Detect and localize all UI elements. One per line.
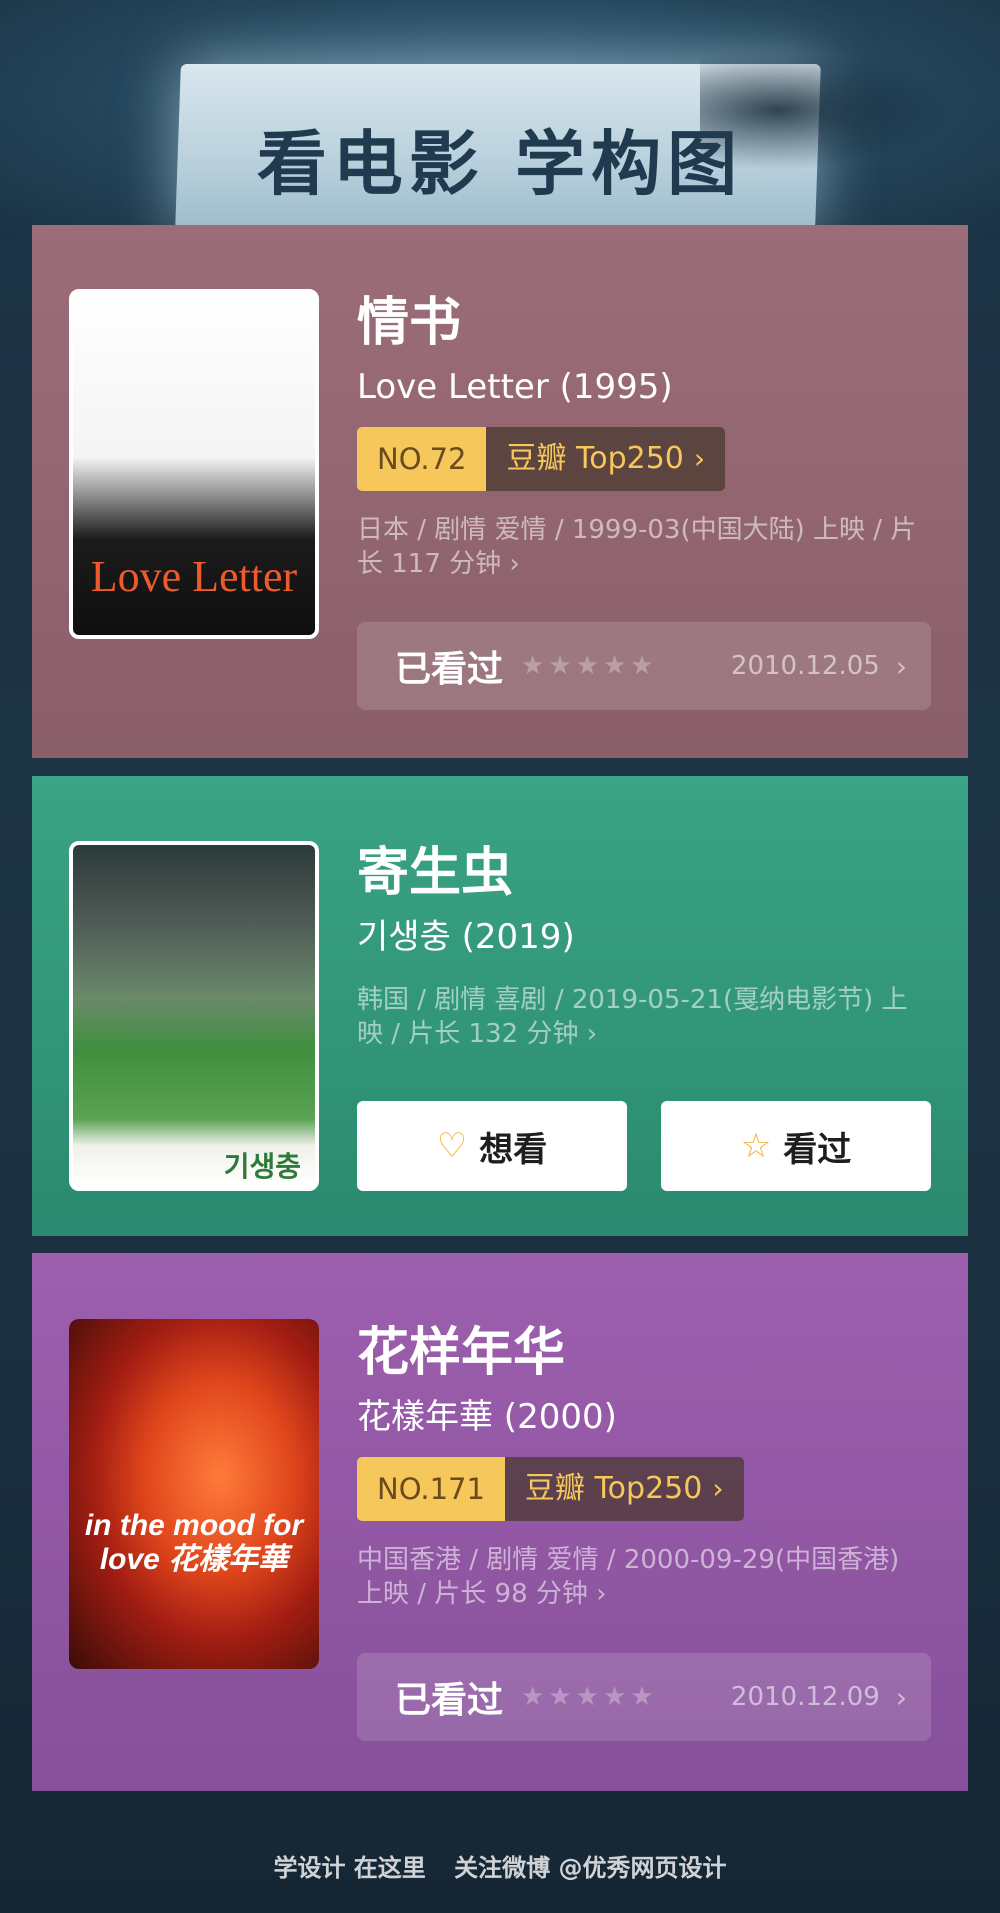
movie-title: 花样年华 bbox=[357, 1323, 566, 1383]
star-icon[interactable]: ★ bbox=[521, 1682, 544, 1712]
movie-original-title: 花樣年華 (2000) bbox=[357, 1397, 617, 1437]
poster-image bbox=[73, 845, 315, 1187]
movie-card-in-the-mood-for-love[interactable]: in the mood for love 花樣年華 花样年华 花樣年華 (200… bbox=[32, 1253, 968, 1791]
rating-stars[interactable]: ★ ★ ★ ★ ★ bbox=[521, 651, 654, 681]
poster-caption: 기생충 bbox=[223, 1150, 301, 1183]
chevron-right-icon: › bbox=[895, 649, 907, 683]
footer-slogan: 学设计 在这里 bbox=[273, 1854, 426, 1882]
watched-status-bar[interactable]: 已看过 ★ ★ ★ ★ ★ 2010.12.09 › bbox=[357, 1653, 931, 1741]
movie-info: 花样年华 花樣年華 (2000) NO.171 豆瓣 Top250 › 中国香港 … bbox=[357, 1321, 937, 1611]
footer-weibo-link[interactable]: 关注微博 @优秀网页设计 bbox=[454, 1854, 726, 1882]
star-icon[interactable]: ★ bbox=[548, 1682, 571, 1712]
chevron-right-icon: › bbox=[895, 1680, 907, 1714]
rank-number: NO.171 bbox=[357, 1457, 505, 1521]
poster-image bbox=[69, 1319, 319, 1669]
movie-poster[interactable]: in the mood for love 花樣年華 bbox=[69, 1319, 319, 1669]
action-buttons: ♡ 想看 ☆ 看过 bbox=[357, 1101, 931, 1191]
rank-badge[interactable]: NO.171 豆瓣 Top250 › bbox=[357, 1457, 744, 1521]
star-icon[interactable]: ★ bbox=[603, 651, 626, 681]
star-icon[interactable]: ★ bbox=[630, 651, 653, 681]
poster-caption: Love Letter bbox=[90, 552, 298, 601]
rating-stars[interactable]: ★ ★ ★ ★ ★ bbox=[521, 1682, 654, 1712]
watched-date: 2010.12.09 bbox=[730, 1682, 880, 1712]
page-title: 看电影 学构图 bbox=[256, 123, 744, 205]
star-icon[interactable]: ★ bbox=[630, 1682, 653, 1712]
star-icon: ☆ bbox=[740, 1126, 772, 1166]
watched-status-label: 已看过 bbox=[395, 649, 504, 690]
star-icon[interactable]: ★ bbox=[576, 651, 599, 681]
rank-list-link[interactable]: 豆瓣 Top250 › bbox=[486, 427, 726, 491]
star-icon[interactable]: ★ bbox=[576, 1682, 599, 1712]
movie-meta[interactable]: 韩国 / 剧情 喜剧 / 2019-05-21(戛纳电影节) 上映 / 片长 1… bbox=[357, 983, 917, 1051]
rank-list-label: 豆瓣 Top250 bbox=[524, 1471, 703, 1506]
movie-meta[interactable]: 日本 / 剧情 爱情 / 1999-03(中国大陆) 上映 / 片长 117 分… bbox=[357, 513, 917, 581]
rank-list-link[interactable]: 豆瓣 Top250 › bbox=[504, 1457, 744, 1521]
movie-title: 情书 bbox=[357, 293, 462, 353]
movie-info: 情书 Love Letter (1995) NO.72 豆瓣 Top250 › 日… bbox=[357, 291, 937, 581]
poster-caption: in the mood for love 花樣年華 bbox=[84, 1509, 304, 1576]
movie-info: 寄生虫 기생충 (2019) 韩国 / 剧情 喜剧 / 2019-05-21(戛… bbox=[357, 841, 937, 1051]
movie-meta[interactable]: 中国香港 / 剧情 爱情 / 2000-09-29(中国香港) 上映 / 片长 … bbox=[357, 1543, 917, 1611]
watched-status-bar[interactable]: 已看过 ★ ★ ★ ★ ★ 2010.12.05 › bbox=[357, 622, 931, 710]
footer: 学设计 在这里 关注微博 @优秀网页设计 bbox=[0, 1848, 1000, 1883]
movie-original-title: Love Letter (1995) bbox=[357, 367, 673, 407]
watched-button[interactable]: ☆ 看过 bbox=[661, 1101, 931, 1191]
movie-card-parasite[interactable]: 기생충 寄生虫 기생충 (2019) 韩国 / 剧情 喜剧 / 2019-05-… bbox=[32, 776, 968, 1236]
movie-poster[interactable]: Love Letter bbox=[69, 289, 319, 639]
movie-poster[interactable]: 기생충 bbox=[69, 841, 319, 1191]
rank-number: NO.72 bbox=[357, 427, 487, 491]
heart-plus-icon: ♡ bbox=[436, 1126, 468, 1166]
star-icon[interactable]: ★ bbox=[603, 1682, 626, 1712]
chevron-right-icon: › bbox=[712, 1472, 724, 1505]
want-to-watch-button[interactable]: ♡ 想看 bbox=[357, 1101, 627, 1191]
watched-date: 2010.12.05 bbox=[730, 651, 880, 681]
movie-title: 寄生虫 bbox=[357, 843, 514, 903]
want-to-watch-label: 想看 bbox=[479, 1129, 548, 1170]
movie-card-love-letter[interactable]: Love Letter 情书 Love Letter (1995) NO.72 … bbox=[32, 225, 968, 758]
rank-badge[interactable]: NO.72 豆瓣 Top250 › bbox=[357, 427, 726, 491]
star-icon[interactable]: ★ bbox=[548, 651, 571, 681]
watched-status-label: 已看过 bbox=[395, 1680, 504, 1721]
watched-label: 看过 bbox=[783, 1129, 852, 1170]
star-icon[interactable]: ★ bbox=[521, 651, 544, 681]
rank-list-label: 豆瓣 Top250 bbox=[506, 441, 684, 476]
movie-original-title: 기생충 (2019) bbox=[357, 917, 575, 957]
chevron-right-icon: › bbox=[693, 442, 706, 475]
